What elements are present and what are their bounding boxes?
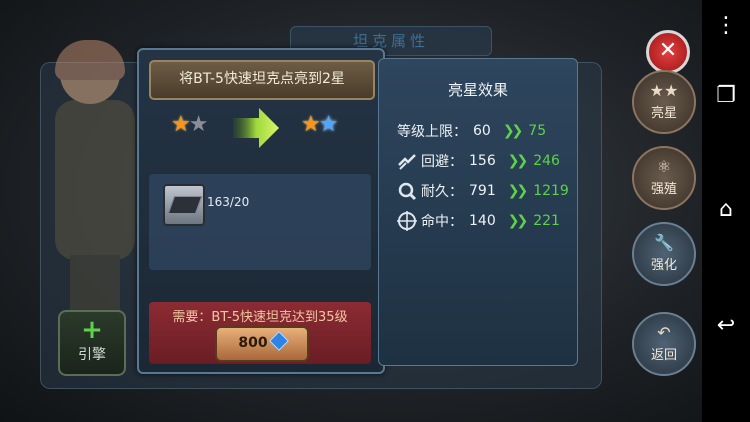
stat-new: 246 [533,153,560,169]
stat-name: 耐久： [421,184,463,200]
stat-row-dodge: 回避： 156 ❯❯ 246 [397,149,560,173]
cost-amount: 800 [238,335,268,351]
required-item-box: 163/20 [149,174,371,270]
wrench-icon: 🔧 [654,233,674,252]
stat-name: 等级上限： [397,124,467,140]
character-body [55,100,135,260]
side-button-label: 亮星 [650,106,677,121]
stat-name: 回避： [421,154,463,170]
recents-icon[interactable]: ❐ [712,82,740,110]
current-stars: ★★ [171,112,209,137]
increase-chevron-icon: ❯❯ [507,213,529,229]
requirement-box: 需要：BT-5快速坦克达到35级 800 [149,302,371,364]
side-button-back[interactable]: ↶ 返回 [632,312,696,376]
stat-current: 140 [469,213,496,229]
star-filled-icon: ★ [301,112,321,137]
effect-title: 亮星效果 [447,81,508,99]
star-empty-icon: ★ [188,112,209,137]
dodge-icon [398,154,416,170]
side-button-label: 强化 [650,258,677,273]
upgrade-banner: 将BT-5快速坦克点亮到2星 [149,60,375,100]
upgrade-arrow-icon [233,108,279,148]
atom-icon: ⚛ [656,157,672,176]
overflow-menu-icon[interactable]: ⋮ [712,12,740,40]
stat-new: 75 [528,123,547,139]
stat-new: 1219 [533,183,569,199]
side-button-light-star[interactable]: ★★ 亮星 [632,70,696,134]
stat-current: 791 [469,183,496,199]
stat-row-level-cap: 等级上限： 60 ❯❯ 75 [397,119,546,143]
game-screen: 坦克属性 + 引擎 将BT-5快速坦克点亮到2星 ★★ ★★ 163/20 需要… [0,0,702,422]
stat-current: 60 [473,123,491,139]
stat-row-accuracy: 命中： 140 ❯❯ 221 [397,209,560,233]
side-button-label: 返回 [650,348,677,363]
close-button[interactable]: ✕ [646,30,690,74]
requirement-text: 需要：BT-5快速坦克达到35级 [172,310,348,325]
star-upgrade-dialog: 将BT-5快速坦克点亮到2星 ★★ ★★ 163/20 需要：BT-5快速坦克达… [137,48,385,374]
stat-name: 命中： [421,214,463,230]
increase-chevron-icon: ❯❯ [507,153,529,169]
star-new-icon: ★ [318,112,339,137]
back-icon[interactable]: ↩ [712,312,740,340]
system-nav-bar: ⋮ ❐ ⌂ ↩ [702,0,750,422]
stat-row-durability: 耐久： 791 ❯❯ 1219 [397,179,569,203]
upgraded-stars: ★★ [301,112,339,137]
character-portrait [55,40,135,320]
durability-icon [398,182,417,201]
engine-button-label: 引擎 [78,347,106,363]
back-arrow-icon: ↶ [657,323,671,342]
side-button-enhance-breed[interactable]: ⚛ 强殖 [632,146,696,210]
increase-chevron-icon: ❯❯ [502,123,524,139]
star-effect-panel: 亮星效果 等级上限： 60 ❯❯ 75 回避： 156 ❯❯ 246 耐久： 7… [378,58,578,366]
gem-icon [268,331,289,351]
increase-chevron-icon: ❯❯ [507,183,529,199]
side-button-label: 强殖 [650,182,677,197]
chip-icon[interactable] [163,184,205,226]
item-count: 163/20 [207,195,250,209]
star-filled-icon: ★ [171,112,191,137]
upgrade-cost-button[interactable]: 800 [215,326,309,362]
stars-icon: ★★ [649,81,679,100]
plus-icon: + [81,315,103,345]
engine-button[interactable]: + 引擎 [58,310,126,376]
character-hair [55,40,125,80]
stat-new: 221 [533,213,560,229]
stat-current: 156 [469,153,496,169]
home-icon[interactable]: ⌂ [712,196,740,224]
crosshair-icon [397,211,417,231]
side-button-strengthen[interactable]: 🔧 强化 [632,222,696,286]
